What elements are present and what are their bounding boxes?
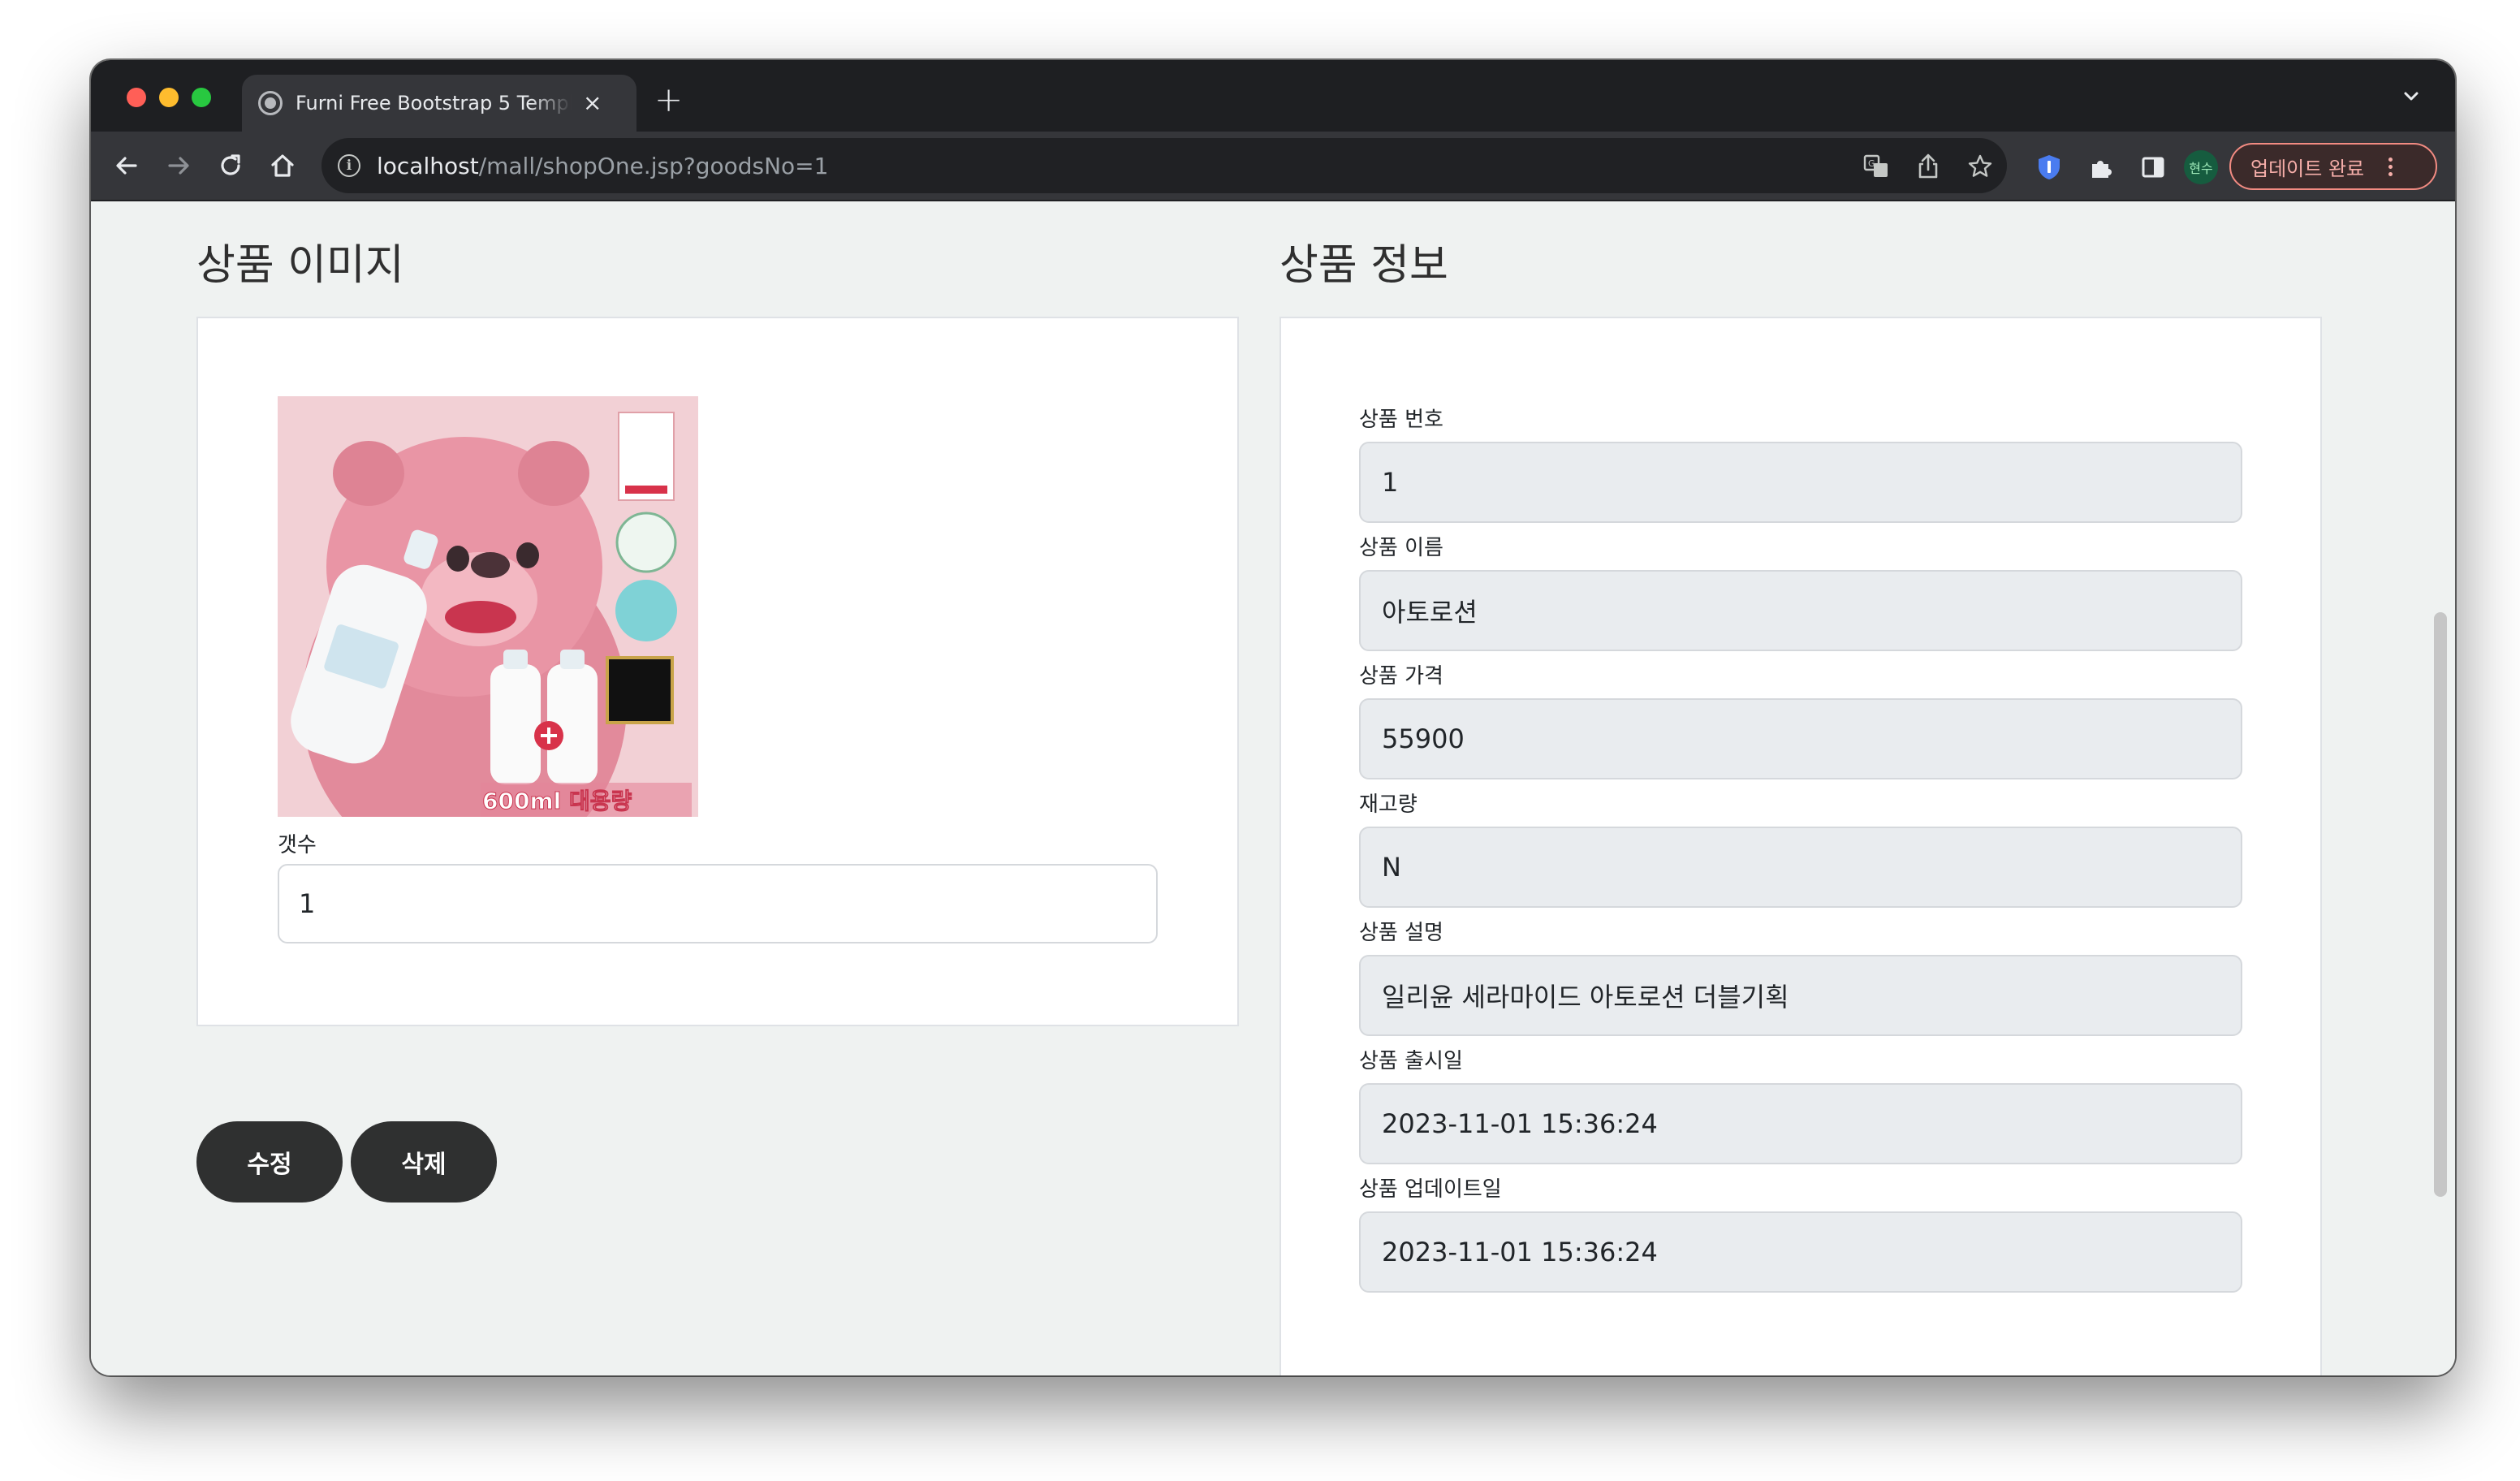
image-caption: 600ml 대용량 <box>482 788 632 814</box>
browser-window: Furni Free Bootstrap 5 Template × + <box>91 60 2455 1375</box>
page-viewport: 상품 이미지 600ml 대용량 갯수 1 수정 삭제 상품 정보 상품 번호 … <box>91 201 2455 1375</box>
arrow-left-icon <box>116 157 137 175</box>
stock-field[interactable]: N <box>1359 827 2242 908</box>
edit-button[interactable]: 수정 <box>196 1121 343 1203</box>
side-panel-icon[interactable] <box>2138 153 2168 182</box>
goods-name-field[interactable]: 아토로션 <box>1359 570 2242 651</box>
create-date-label: 상품 출시일 <box>1359 1049 1463 1073</box>
url-text[interactable]: localhost/mall/shopOne.jsp?goodsNo=1 <box>377 153 828 179</box>
quantity-label: 갯수 <box>278 833 317 857</box>
maximize-window-button[interactable] <box>192 88 211 107</box>
tab-strip: Furni Free Bootstrap 5 Template × + <box>91 60 2455 132</box>
address-bar[interactable]: i localhost/mall/shopOne.jsp?goodsNo=1 G <box>321 138 2007 193</box>
goods-name-label: 상품 이름 <box>1359 536 1443 560</box>
goods-memo-label: 상품 설명 <box>1359 921 1443 945</box>
translate-icon[interactable]: G <box>1862 153 1890 180</box>
shield-extension-icon[interactable] <box>2035 153 2064 182</box>
forward-button[interactable] <box>159 146 198 185</box>
info-card: 상품 번호 1 상품 이름 아토로션 상품 가격 55900 재고량 N 상품 … <box>1279 317 2322 1375</box>
more-menu-icon <box>2388 157 2393 176</box>
quantity-input[interactable]: 1 <box>278 864 1158 943</box>
reload-icon <box>221 154 240 175</box>
goods-no-label: 상품 번호 <box>1359 408 1443 432</box>
arrow-right-icon <box>168 157 189 175</box>
stock-label: 재고량 <box>1359 792 1418 817</box>
update-date-field[interactable]: 2023-11-01 15:36:24 <box>1359 1211 2242 1293</box>
page-scrollbar[interactable] <box>2434 612 2447 1197</box>
reload-button[interactable] <box>211 146 250 185</box>
image-section-title: 상품 이미지 <box>196 241 404 290</box>
close-window-button[interactable] <box>127 88 146 107</box>
update-label: 업데이트 완료 <box>2250 157 2365 180</box>
minimize-window-button[interactable] <box>159 88 179 107</box>
browser-toolbar: i localhost/mall/shopOne.jsp?goodsNo=1 G <box>91 132 2455 201</box>
update-date-label: 상품 업데이트일 <box>1359 1177 1502 1202</box>
svg-text:G: G <box>1868 158 1875 169</box>
profile-avatar[interactable]: 현수 <box>2184 150 2218 184</box>
home-button[interactable] <box>263 146 302 185</box>
goods-memo-field[interactable]: 일리윤 세라마이드 아토로션 더블기획 <box>1359 955 2242 1036</box>
info-icon[interactable]: i <box>338 154 360 177</box>
product-image: 600ml 대용량 <box>278 396 698 817</box>
globe-icon <box>258 91 283 115</box>
chevron-down-icon[interactable] <box>2400 84 2423 107</box>
goods-price-field[interactable]: 55900 <box>1359 698 2242 779</box>
delete-button[interactable]: 삭제 <box>351 1121 497 1203</box>
close-tab-icon[interactable]: × <box>583 92 602 114</box>
puzzle-icon[interactable] <box>2086 153 2116 182</box>
bookmark-star-icon[interactable] <box>1966 153 1994 180</box>
update-button[interactable]: 업데이트 완료 <box>2229 143 2437 190</box>
tab-title: Furni Free Bootstrap 5 Template <box>296 92 572 114</box>
goods-price-label: 상품 가격 <box>1359 664 1443 689</box>
browser-tab[interactable]: Furni Free Bootstrap 5 Template × <box>242 75 636 132</box>
share-icon[interactable] <box>1914 153 1942 180</box>
goods-no-field[interactable]: 1 <box>1359 442 2242 523</box>
home-icon <box>271 154 294 177</box>
create-date-field[interactable]: 2023-11-01 15:36:24 <box>1359 1083 2242 1164</box>
back-button[interactable] <box>107 146 146 185</box>
new-tab-button[interactable]: + <box>654 83 683 117</box>
image-card: 600ml 대용량 갯수 1 <box>196 317 1239 1026</box>
info-section-title: 상품 정보 <box>1279 241 1448 290</box>
